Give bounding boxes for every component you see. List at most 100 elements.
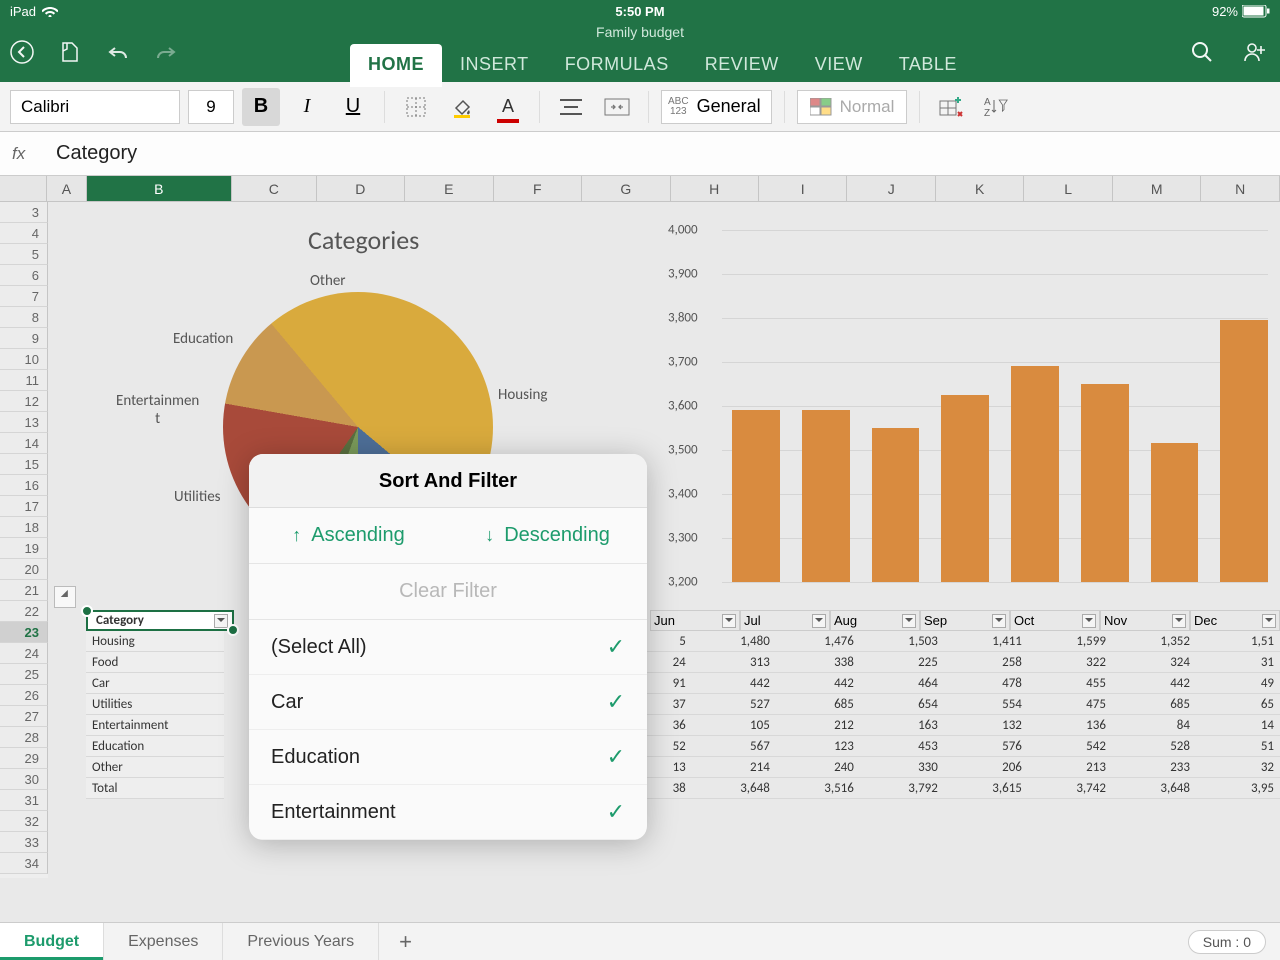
fill-color-button[interactable] (443, 88, 481, 126)
row-header-9[interactable]: 9 (0, 328, 48, 349)
bar[interactable] (872, 428, 920, 582)
month-header[interactable]: Dec (1190, 610, 1280, 631)
data-cell[interactable]: 338 (776, 652, 860, 673)
bar[interactable] (941, 395, 989, 582)
category-cell[interactable]: Car (86, 673, 224, 694)
month-header[interactable]: Aug (830, 610, 920, 631)
month-header[interactable]: Jun (650, 610, 740, 631)
redo-button[interactable] (154, 40, 178, 64)
select-all-corner[interactable] (0, 176, 47, 201)
data-cell[interactable]: 455 (1028, 673, 1112, 694)
row-header-29[interactable]: 29 (0, 748, 48, 769)
col-header-N[interactable]: N (1201, 176, 1280, 201)
row-header-3[interactable]: 3 (0, 202, 48, 223)
row-header-4[interactable]: 4 (0, 223, 48, 244)
row-header-27[interactable]: 27 (0, 706, 48, 727)
col-header-I[interactable]: I (759, 176, 847, 201)
data-cell[interactable]: 163 (860, 715, 944, 736)
bar[interactable] (1081, 384, 1129, 582)
sort-ascending-button[interactable]: ↑Ascending (249, 508, 448, 563)
month-header[interactable]: Jul (740, 610, 830, 631)
category-cell[interactable]: Other (86, 757, 224, 778)
row-header-20[interactable]: 20 (0, 559, 48, 580)
category-cell[interactable]: Utilities (86, 694, 224, 715)
data-cell[interactable]: 3,648 (692, 778, 776, 799)
row-header-14[interactable]: 14 (0, 433, 48, 454)
data-cell[interactable]: 442 (776, 673, 860, 694)
chevron-down-icon[interactable] (902, 614, 916, 628)
row-header-32[interactable]: 32 (0, 811, 48, 832)
col-header-F[interactable]: F (494, 176, 582, 201)
clear-filter-button[interactable]: Clear Filter (249, 564, 647, 620)
number-format-combo[interactable]: ABC123 General (661, 90, 772, 124)
data-cell[interactable]: 567 (692, 736, 776, 757)
data-cell[interactable]: 31 (1196, 652, 1280, 673)
row-header-34[interactable]: 34 (0, 853, 48, 874)
data-cell[interactable]: 3,516 (776, 778, 860, 799)
row-header-10[interactable]: 10 (0, 349, 48, 370)
chevron-down-icon[interactable] (1262, 614, 1276, 628)
data-cell[interactable]: 528 (1112, 736, 1196, 757)
align-button[interactable] (552, 88, 590, 126)
underline-button[interactable]: U (334, 88, 372, 126)
insert-delete-button[interactable] (932, 88, 970, 126)
row-header-16[interactable]: 16 (0, 475, 48, 496)
row-header-7[interactable]: 7 (0, 286, 48, 307)
bar[interactable] (732, 410, 780, 582)
month-header[interactable]: Nov (1100, 610, 1190, 631)
data-cell[interactable]: 576 (944, 736, 1028, 757)
data-cell[interactable]: 206 (944, 757, 1028, 778)
month-header[interactable]: Oct (1010, 610, 1100, 631)
data-cell[interactable]: 225 (860, 652, 944, 673)
data-cell[interactable]: 136 (1028, 715, 1112, 736)
sort-descending-button[interactable]: ↓Descending (448, 508, 647, 563)
selection-handle-br[interactable] (227, 624, 239, 636)
col-header-C[interactable]: C (232, 176, 317, 201)
data-cell[interactable]: 442 (692, 673, 776, 694)
bar-chart[interactable]: 4,0003,9003,8003,7003,6003,5003,4003,300… (668, 222, 1268, 592)
data-cell[interactable]: 214 (692, 757, 776, 778)
add-sheet-button[interactable]: + (379, 929, 432, 955)
data-cell[interactable]: 3,792 (860, 778, 944, 799)
cell-styles-button[interactable]: Normal (797, 90, 908, 124)
status-sum[interactable]: Sum : 0 (1188, 930, 1266, 954)
row-header-33[interactable]: 33 (0, 832, 48, 853)
col-header-A[interactable]: A (47, 176, 86, 201)
category-cell[interactable]: Entertainment (86, 715, 224, 736)
data-cell[interactable]: 685 (1112, 694, 1196, 715)
data-cell[interactable]: 49 (1196, 673, 1280, 694)
font-color-button[interactable]: A (489, 88, 527, 126)
tab-view[interactable]: VIEW (797, 44, 881, 87)
data-cell[interactable]: 322 (1028, 652, 1112, 673)
row-header-5[interactable]: 5 (0, 244, 48, 265)
data-cell[interactable]: 1,51 (1196, 631, 1280, 652)
row-header-8[interactable]: 8 (0, 307, 48, 328)
tab-formulas[interactable]: FORMULAS (547, 44, 687, 87)
merge-button[interactable] (598, 88, 636, 126)
data-cell[interactable]: 233 (1112, 757, 1196, 778)
tab-table[interactable]: TABLE (881, 44, 975, 87)
italic-button[interactable]: I (288, 88, 326, 126)
font-name-combo[interactable]: Calibri (10, 90, 180, 124)
filter-dropdown-icon[interactable] (214, 614, 228, 628)
row-header-17[interactable]: 17 (0, 496, 48, 517)
chevron-down-icon[interactable] (812, 614, 826, 628)
bar[interactable] (802, 410, 850, 582)
data-cell[interactable]: 213 (1028, 757, 1112, 778)
tab-insert[interactable]: INSERT (442, 44, 547, 87)
undo-button[interactable] (106, 40, 130, 64)
data-cell[interactable]: 3,648 (1112, 778, 1196, 799)
row-header-19[interactable]: 19 (0, 538, 48, 559)
col-header-L[interactable]: L (1024, 176, 1112, 201)
data-cell[interactable]: 475 (1028, 694, 1112, 715)
row-header-28[interactable]: 28 (0, 727, 48, 748)
category-cell[interactable]: Total (86, 778, 224, 799)
data-cell[interactable]: 1,476 (776, 631, 860, 652)
row-header-12[interactable]: 12 (0, 391, 48, 412)
row-header-25[interactable]: 25 (0, 664, 48, 685)
data-cell[interactable]: 1,480 (692, 631, 776, 652)
data-cell[interactable]: 1,503 (860, 631, 944, 652)
back-button[interactable] (10, 40, 34, 64)
row-header-24[interactable]: 24 (0, 643, 48, 664)
row-header-30[interactable]: 30 (0, 769, 48, 790)
